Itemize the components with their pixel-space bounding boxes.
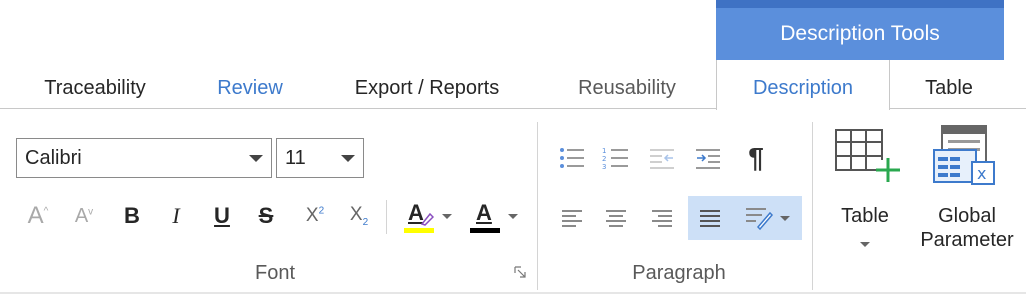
align-center-icon	[606, 210, 626, 227]
numbered-list-icon: 1 2 3	[602, 147, 628, 170]
global-parameter-label-line2: Parameter	[920, 229, 1014, 251]
align-right-button[interactable]	[644, 198, 680, 238]
font-name-value: Calibri	[25, 147, 82, 169]
highlight-icon: A	[402, 198, 436, 234]
table-button-label: Table	[841, 205, 889, 227]
dialog-launcher-icon	[514, 266, 526, 278]
font-color-icon: A	[468, 198, 502, 234]
increase-indent-button[interactable]	[690, 138, 726, 178]
numbering-button[interactable]: 1 2 3	[598, 138, 634, 178]
paragraph-group-label: Paragraph	[632, 262, 726, 284]
pilcrow-icon: ¶	[748, 142, 764, 173]
align-right-icon	[652, 210, 672, 227]
svg-text:3: 3	[602, 163, 606, 170]
svg-text:2: 2	[602, 155, 606, 163]
table-button[interactable]: Table	[828, 120, 902, 265]
subscript-button[interactable]: X2	[342, 196, 376, 236]
tab-reusability[interactable]: Reusability	[548, 60, 706, 104]
chevron-down-icon[interactable]	[780, 215, 790, 221]
chevron-down-icon[interactable]	[508, 213, 518, 219]
group-separator	[537, 122, 538, 290]
shrink-font-button[interactable]: Av	[68, 196, 100, 236]
chevron-down-icon[interactable]	[249, 155, 263, 162]
global-parameter-icon: x	[933, 125, 995, 185]
tab-export-reports[interactable]: Export / Reports	[322, 60, 532, 104]
contextual-tab-accent	[716, 0, 1004, 8]
global-parameter-label-line1: Global	[938, 205, 996, 227]
grow-font-icon: A^	[27, 202, 49, 229]
bold-button[interactable]: B	[118, 196, 146, 236]
superscript-icon: X2	[305, 205, 325, 226]
justify-button[interactable]	[688, 196, 732, 240]
align-left-icon	[562, 210, 582, 227]
italic-button[interactable]: I	[162, 196, 190, 236]
font-row-separator	[386, 200, 387, 234]
justify-icon	[700, 210, 720, 227]
font-dialog-launcher[interactable]	[510, 262, 530, 282]
shrink-font-icon: Av	[74, 204, 94, 227]
tab-description[interactable]: Description	[716, 60, 890, 110]
highlight-color-button[interactable]: A	[396, 196, 458, 236]
chevron-down-icon[interactable]	[860, 242, 870, 247]
contextual-tab-group-label: Description Tools	[716, 8, 1004, 60]
chevron-down-icon[interactable]	[341, 155, 355, 162]
bold-icon: B	[124, 203, 140, 228]
increase-indent-icon	[696, 149, 720, 169]
subscript-icon: X2	[349, 204, 369, 228]
strikethrough-icon: S	[258, 203, 274, 228]
show-formatting-button[interactable]: ¶	[738, 138, 774, 178]
strikethrough-button[interactable]: S	[252, 196, 280, 236]
paragraph-style-button[interactable]	[732, 196, 802, 240]
underline-icon: U	[214, 203, 230, 228]
decrease-indent-button[interactable]	[644, 138, 680, 178]
font-size-value: 11	[285, 147, 306, 169]
global-parameter-button[interactable]: x Global Parameter	[910, 120, 1024, 265]
chevron-down-icon[interactable]	[442, 213, 452, 219]
font-group-label: Font	[254, 262, 296, 284]
svg-text:x: x	[977, 164, 986, 183]
paragraph-style-icon	[746, 208, 774, 231]
underline-button[interactable]: U	[208, 196, 236, 236]
svg-text:1: 1	[602, 147, 606, 155]
grow-font-button[interactable]: A^	[22, 196, 54, 236]
font-name-combo[interactable]: Calibri	[16, 138, 272, 178]
tab-review[interactable]: Review	[190, 60, 310, 104]
bullet-list-icon	[560, 148, 584, 168]
superscript-button[interactable]: X2	[298, 196, 332, 236]
bullets-button[interactable]	[554, 138, 590, 178]
decrease-indent-icon	[650, 149, 674, 169]
align-left-button[interactable]	[554, 198, 590, 238]
italic-icon: I	[172, 203, 180, 228]
align-center-button[interactable]	[598, 198, 634, 238]
group-separator	[812, 122, 813, 290]
font-size-combo[interactable]: 11	[276, 138, 364, 178]
tab-traceability[interactable]: Traceability	[10, 60, 180, 104]
tab-table[interactable]: Table	[890, 60, 1008, 104]
font-color-button[interactable]: A	[462, 196, 524, 236]
table-icon	[835, 129, 900, 182]
